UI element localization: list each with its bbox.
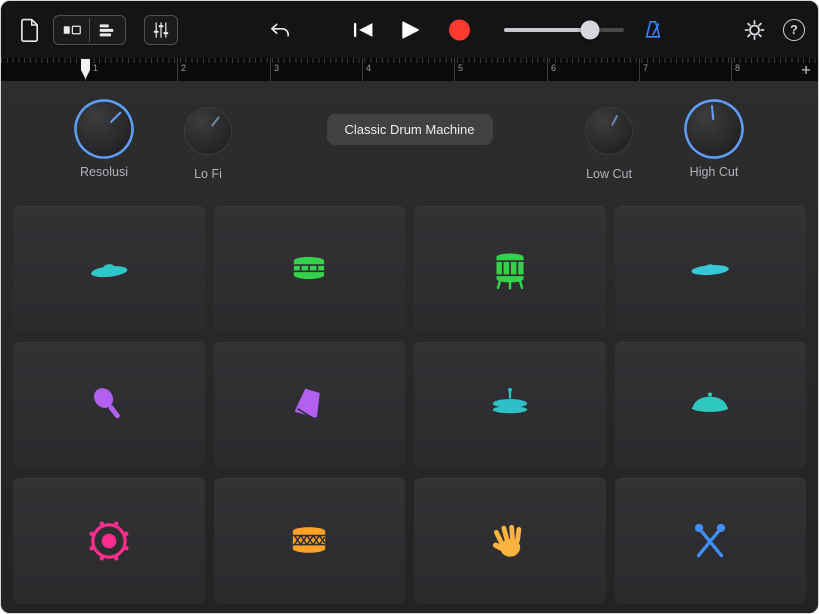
view-switcher bbox=[53, 14, 126, 45]
pad-floor-tom[interactable] bbox=[414, 206, 606, 332]
hand-clap-icon bbox=[492, 524, 522, 557]
document-button[interactable] bbox=[19, 17, 39, 43]
bar-line bbox=[639, 58, 640, 81]
preset-name-button[interactable]: Classic Drum Machine bbox=[326, 114, 493, 145]
knob-high-cut: High Cut bbox=[684, 99, 745, 179]
live-loops-view-button[interactable] bbox=[54, 18, 89, 42]
gear-icon bbox=[744, 19, 765, 40]
bar-number: 6 bbox=[551, 63, 557, 73]
document-icon bbox=[21, 18, 38, 42]
knob-lo-fi-dial[interactable] bbox=[184, 107, 232, 155]
knob-resolusi: Resolusi bbox=[74, 99, 134, 179]
knob-pointer-wrap bbox=[578, 100, 640, 162]
pad-hi-hat-closed[interactable] bbox=[414, 342, 606, 468]
cowbell-icon bbox=[295, 388, 320, 421]
play-icon bbox=[402, 20, 419, 39]
knob-pointer bbox=[109, 111, 122, 124]
hi-hat-closed-icon bbox=[492, 387, 527, 414]
floor-tom-icon bbox=[496, 253, 524, 290]
volume-fill bbox=[504, 27, 591, 32]
pad-cowbell[interactable] bbox=[213, 342, 405, 468]
tracks-view-button[interactable] bbox=[89, 17, 125, 42]
bar-number: 7 bbox=[643, 63, 649, 73]
controls-row: Resolusi Lo Fi Classic Drum Machine Low … bbox=[1, 81, 818, 206]
pad-kick-drum[interactable] bbox=[13, 478, 205, 604]
bar-number: 8 bbox=[735, 63, 741, 73]
metronome-icon bbox=[645, 20, 661, 38]
pad-drumsticks[interactable] bbox=[614, 478, 806, 604]
pad-hand-clap[interactable] bbox=[414, 478, 606, 604]
pad-maraca[interactable] bbox=[13, 342, 205, 468]
maraca-icon bbox=[93, 388, 120, 419]
undo-button[interactable] bbox=[267, 18, 293, 42]
knob-pointer-wrap bbox=[176, 99, 241, 164]
knob-label: High Cut bbox=[689, 165, 739, 179]
tracks-list-icon bbox=[99, 23, 113, 36]
volume-slider[interactable] bbox=[504, 20, 624, 39]
live-loops-grid-icon bbox=[63, 25, 81, 34]
knob-low-cut: Low Cut bbox=[585, 107, 633, 181]
knob-pointer bbox=[610, 114, 619, 127]
help-label: ? bbox=[790, 22, 798, 37]
pad-crash-cymbal[interactable] bbox=[614, 206, 806, 332]
playhead[interactable] bbox=[81, 59, 90, 79]
bar-line bbox=[454, 58, 455, 81]
bar-number: 4 bbox=[366, 63, 372, 73]
pad-ride-cymbal[interactable] bbox=[13, 206, 205, 332]
pad-marching-snare[interactable] bbox=[213, 478, 405, 604]
drumsticks-icon bbox=[695, 523, 726, 558]
bar-number: 1 bbox=[93, 63, 99, 73]
metronome-button[interactable] bbox=[641, 18, 665, 42]
mixer-button[interactable] bbox=[144, 14, 178, 45]
add-bars-button[interactable]: + bbox=[801, 61, 811, 78]
knob-lo-fi: Lo Fi bbox=[184, 107, 232, 181]
drum-machine-panel: Resolusi Lo Fi Classic Drum Machine Low … bbox=[1, 81, 818, 613]
knob-pointer bbox=[710, 104, 715, 121]
volume-knob[interactable] bbox=[580, 20, 600, 39]
bar-number: 5 bbox=[458, 63, 464, 73]
hi-hat-open-icon bbox=[692, 392, 729, 412]
pad-hi-hat-open[interactable] bbox=[614, 342, 806, 468]
crash-cymbal-icon bbox=[691, 264, 730, 275]
knob-pointer bbox=[210, 116, 221, 128]
pad-grid bbox=[13, 206, 806, 604]
play-button[interactable] bbox=[397, 18, 421, 42]
knob-label: Low Cut bbox=[586, 167, 632, 181]
bar-line bbox=[547, 58, 548, 81]
pad-snare-drum[interactable] bbox=[213, 206, 405, 332]
bar-number: 3 bbox=[274, 63, 280, 73]
marching-snare-icon bbox=[293, 527, 326, 553]
bar-line bbox=[362, 58, 363, 81]
bar-line bbox=[731, 58, 732, 81]
record-icon bbox=[449, 19, 470, 40]
help-icon: ? bbox=[783, 18, 805, 41]
timeline-ruler[interactable]: 1 2 3 4 5 6 7 8 + bbox=[1, 58, 818, 81]
ride-cymbal-icon bbox=[90, 264, 128, 278]
toolbar: ? bbox=[1, 1, 818, 58]
knob-low-cut-dial[interactable] bbox=[585, 107, 633, 155]
help-button[interactable]: ? bbox=[783, 18, 805, 41]
garageband-window: ? 1 2 3 4 5 6 7 8 + Resolusi Lo Fi Class… bbox=[0, 0, 819, 614]
knob-resolusi-dial[interactable] bbox=[74, 99, 134, 159]
undo-icon bbox=[271, 23, 289, 36]
settings-button[interactable] bbox=[743, 18, 766, 41]
bar-line bbox=[177, 58, 178, 81]
mixer-sliders-icon bbox=[153, 21, 169, 38]
knob-label: Lo Fi bbox=[194, 167, 222, 181]
go-to-beginning-button[interactable] bbox=[351, 19, 375, 41]
bar-line bbox=[270, 58, 271, 81]
record-button[interactable] bbox=[449, 19, 470, 40]
knob-high-cut-dial[interactable] bbox=[684, 99, 745, 160]
bar-number: 2 bbox=[181, 63, 187, 73]
knob-pointer-wrap bbox=[64, 89, 143, 168]
kick-drum-icon bbox=[89, 521, 129, 561]
volume-track[interactable] bbox=[504, 20, 624, 39]
rewind-to-start-icon bbox=[354, 22, 373, 37]
snare-drum-icon bbox=[294, 256, 325, 279]
knob-pointer-wrap bbox=[684, 99, 745, 160]
